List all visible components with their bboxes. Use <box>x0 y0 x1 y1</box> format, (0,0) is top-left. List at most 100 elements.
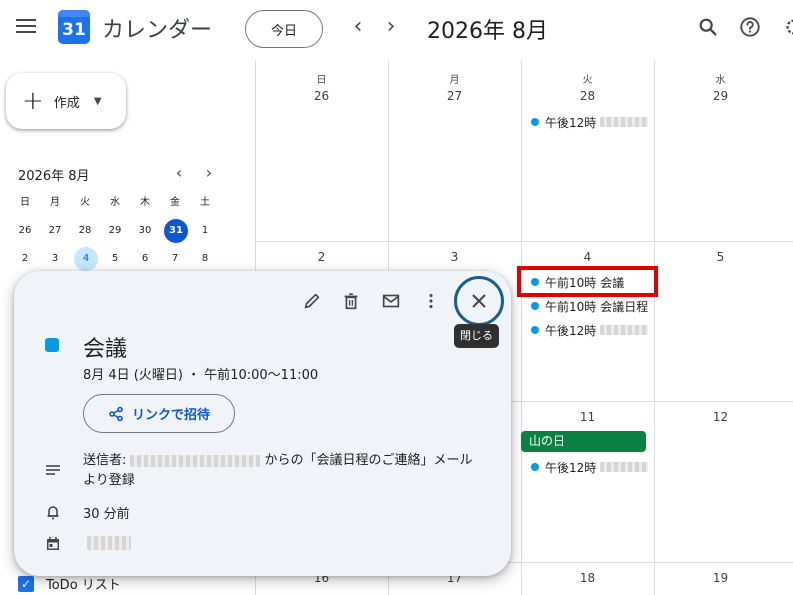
mini-day[interactable]: 7 <box>160 245 190 273</box>
more-options-icon[interactable] <box>420 290 442 312</box>
mini-weekday: 火 <box>80 197 90 208</box>
mini-day[interactable]: 28 <box>70 217 100 245</box>
mini-day[interactable]: 8 <box>190 245 220 273</box>
mini-weekday: 日 <box>20 197 30 208</box>
plus-icon: + <box>22 86 44 116</box>
mini-day[interactable]: 26 <box>10 217 40 245</box>
day-jul-26[interactable]: 26 <box>255 89 388 103</box>
edit-pencil-icon[interactable] <box>301 290 323 312</box>
day-aug-11[interactable]: 11 <box>521 410 654 424</box>
day-jul-27[interactable]: 27 <box>388 89 521 103</box>
holiday-mountain-day[interactable]: 山の日 <box>521 431 646 452</box>
main-menu-button[interactable] <box>16 19 36 33</box>
help-icon[interactable] <box>739 16 761 38</box>
event-dot-icon <box>531 463 539 471</box>
mini-weekday: 金 <box>170 197 180 208</box>
day-aug-3[interactable]: 3 <box>388 250 521 264</box>
event-title: 会議日程 <box>600 299 649 314</box>
mini-weekday: 月 <box>50 197 60 208</box>
event-datetime: 8月 4日 (火曜日) ・ 午前10:00～11:00 <box>83 368 319 383</box>
day-aug-18[interactable]: 18 <box>521 571 654 585</box>
weekday-mon: 月 <box>449 75 460 86</box>
todo-list-toggle[interactable]: ✓ ToDo リスト <box>18 574 121 593</box>
mini-day[interactable]: 4 <box>70 245 100 273</box>
checkbox-checked-icon[interactable]: ✓ <box>18 575 34 592</box>
mini-day[interactable]: 3 <box>40 245 70 273</box>
create-label: 作成 <box>53 95 80 111</box>
event-dot-icon <box>531 302 539 310</box>
mini-day[interactable]: 30 <box>130 217 160 245</box>
close-tooltip: 閉じる <box>454 324 499 348</box>
mini-day[interactable]: 1 <box>190 217 220 245</box>
redacted-title <box>600 462 649 472</box>
mini-weekday: 木 <box>140 197 150 208</box>
event-time: 午前10時 <box>545 299 597 314</box>
calendar-logo: 31 <box>58 10 90 44</box>
calendar-icon <box>47 537 59 550</box>
event-highlight-box <box>517 266 658 297</box>
event-dot-icon <box>531 326 539 334</box>
desc-prefix: 送信者: <box>83 453 127 468</box>
close-button[interactable] <box>454 276 504 326</box>
mini-day[interactable]: 6 <box>130 245 160 273</box>
settings-gear-icon[interactable] <box>783 16 793 38</box>
description-lines-icon <box>46 465 60 475</box>
desc-suffix: からの「会議日程のご連絡」メール <box>260 453 473 468</box>
today-button[interactable]: 今日 <box>245 10 323 48</box>
todo-list-label: ToDo リスト <box>46 578 121 593</box>
invite-by-link-button[interactable]: リンクで招待 <box>83 394 235 433</box>
redacted-calendar-name <box>87 536 131 550</box>
mini-prev-month-button[interactable]: ‹ <box>170 163 188 182</box>
prev-period-button[interactable]: ‹ <box>346 14 370 42</box>
reminder-text: 30 分前 <box>83 507 130 522</box>
share-icon <box>109 406 123 421</box>
mini-calendar-grid: 日 月 火 水 木 金 土 26 27 28 29 30 31 1 2345678 <box>10 189 220 273</box>
event-description: 送信者: からの「会議日程のご連絡」メール より登録 <box>83 451 495 491</box>
next-period-button[interactable]: › <box>379 14 403 42</box>
day-aug-4[interactable]: 4 <box>521 250 654 264</box>
mini-weekday: 土 <box>200 197 210 208</box>
mini-day[interactable]: 29 <box>100 217 130 245</box>
event-aug4-noon[interactable]: 午後12時 <box>531 320 649 340</box>
search-icon[interactable] <box>697 16 719 38</box>
redacted-sender <box>130 454 261 467</box>
mini-day[interactable]: 5 <box>100 245 130 273</box>
event-jul28[interactable]: 午後12時 <box>531 112 649 132</box>
create-button[interactable]: + 作成 ▼ <box>6 73 126 129</box>
logo-day: 31 <box>62 20 86 40</box>
day-jul-29[interactable]: 29 <box>654 89 787 103</box>
invite-label: リンクで招待 <box>131 408 210 423</box>
delete-trash-icon[interactable] <box>340 290 362 312</box>
desc-line2: より登録 <box>83 473 135 488</box>
event-time: 午後12時 <box>545 460 597 475</box>
redacted-title <box>600 325 649 335</box>
weekday-wed: 水 <box>715 75 726 86</box>
event-time: 午後12時 <box>545 115 597 130</box>
event-aug4-schedule[interactable]: 午前10時 会議日程 <box>531 296 648 316</box>
event-dot-icon <box>531 118 539 126</box>
event-detail-popup: 閉じる 会議 8月 4日 (火曜日) ・ 午前10:00～11:00 リンクで招… <box>14 271 511 576</box>
mini-selected-marker: 4 <box>74 247 98 271</box>
caret-down-icon: ▼ <box>93 95 102 107</box>
day-aug-12[interactable]: 12 <box>654 410 787 424</box>
email-envelope-icon[interactable] <box>380 290 402 312</box>
mini-day[interactable]: 31 <box>160 217 190 245</box>
app-title: カレンダー <box>102 18 213 43</box>
mini-next-month-button[interactable]: › <box>200 163 218 182</box>
event-title: 会議 <box>83 337 128 362</box>
day-aug-19[interactable]: 19 <box>654 571 787 585</box>
event-time: 午後12時 <box>545 323 597 338</box>
event-aug11-noon[interactable]: 午後12時 <box>531 457 649 477</box>
redacted-title <box>600 117 649 127</box>
mini-day[interactable]: 27 <box>40 217 70 245</box>
current-month-title: 2026年 8月 <box>427 19 548 44</box>
mini-weekday: 水 <box>110 197 120 208</box>
day-aug-5[interactable]: 5 <box>654 250 787 264</box>
close-icon <box>472 294 486 308</box>
event-color-square <box>45 338 59 352</box>
mini-day[interactable]: 2 <box>10 245 40 273</box>
weekday-tue: 火 <box>582 75 593 86</box>
day-aug-2[interactable]: 2 <box>255 250 388 264</box>
mini-today-marker: 31 <box>164 219 188 243</box>
day-jul-28[interactable]: 28 <box>521 89 654 103</box>
